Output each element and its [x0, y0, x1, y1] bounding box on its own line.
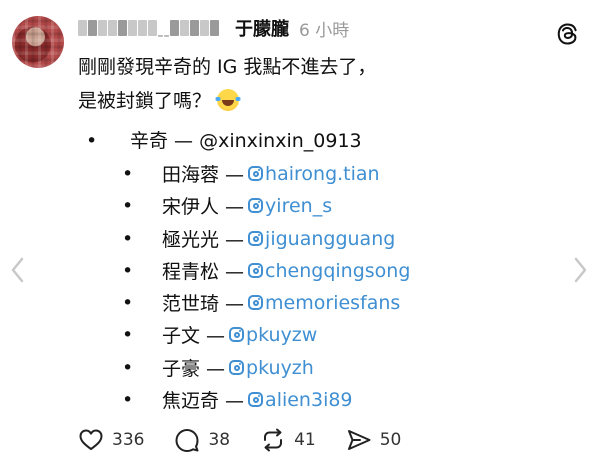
member-name: 范世琦 — — [162, 293, 245, 315]
comment-count: 38 — [208, 430, 231, 450]
instagram-icon — [248, 295, 264, 310]
bullet: • — [122, 227, 134, 250]
repost-button[interactable]: 41 — [260, 427, 316, 453]
bullet: • — [122, 291, 134, 314]
instagram-handle-link[interactable]: hairong.tian — [265, 163, 380, 185]
sub-list-item: • 范世琦 — memoriesfans — [118, 289, 400, 316]
sub-list-item: • 程青松 — chengqingsong — [118, 257, 410, 284]
instagram-icon — [229, 360, 245, 375]
member-name: 程青松 — — [162, 261, 245, 283]
instagram-icon — [248, 231, 264, 246]
instagram-handle-link[interactable]: pkuyzw — [246, 324, 317, 346]
post-actions-bar: 336 38 41 50 — [78, 425, 431, 455]
instagram-handle-link[interactable]: jiguangguang — [265, 228, 395, 250]
member-name: 極光光 — — [162, 229, 245, 251]
bullet: • — [122, 388, 134, 411]
sub-list-item: • 焦迈奇 — alien3i89 — [118, 386, 353, 413]
bullet: • — [122, 323, 134, 346]
bullet: • — [122, 259, 134, 282]
instagram-icon — [248, 166, 264, 181]
member-name: 宋伊人 — — [162, 196, 245, 218]
member-name: 子豪 — — [162, 358, 226, 380]
instagram-handle-link[interactable]: pkuyzh — [246, 357, 314, 379]
chevron-left-icon[interactable] — [8, 255, 28, 285]
threads-logo-icon[interactable] — [556, 22, 578, 46]
share-button[interactable]: 50 — [346, 427, 402, 453]
instagram-icon — [248, 263, 264, 278]
main-item-text: 辛奇 — @xinxinxin_0913 — [130, 130, 362, 152]
post-text-line-1: 剛剛發現辛奇的 IG 我點不進去了， — [78, 56, 377, 78]
chevron-right-icon[interactable] — [570, 255, 590, 285]
like-button[interactable]: 336 — [78, 427, 144, 453]
sub-list-item: • 極光光 — jiguangguang — [118, 225, 395, 252]
share-count: 50 — [379, 430, 402, 450]
repost-count: 41 — [294, 430, 316, 450]
author-name[interactable]: 于朦朧 — [235, 15, 289, 41]
member-name: 焦迈奇 — — [162, 390, 245, 412]
bullet: • — [122, 356, 134, 379]
thread-post: 于朦朧 6 小時 剛剛發現辛奇的 IG 我點不進去了， 是被封鎖了嗎？ • 辛奇 … — [0, 0, 598, 467]
bullet: • — [122, 194, 134, 217]
send-icon — [347, 430, 371, 450]
bullet: • — [86, 130, 98, 152]
list-item-main: • 辛奇 — @xinxinxin_0913 — [78, 126, 362, 153]
sub-list-item: • 子豪 — pkuyzh — [118, 354, 314, 381]
instagram-handle-link[interactable]: chengqingsong — [265, 260, 410, 282]
avatar[interactable] — [12, 16, 64, 68]
sub-list-item: • 田海蓉 — hairong.tian — [118, 160, 380, 187]
like-count: 336 — [112, 430, 145, 450]
post-text-line-2-text: 是被封鎖了嗎？ — [78, 90, 212, 112]
sub-list-item: • 子文 — pkuyzw — [118, 321, 317, 348]
member-name: 田海蓉 — — [162, 164, 245, 186]
post-header: 于朦朧 6 小時 — [78, 14, 349, 42]
post-text-line-2: 是被封鎖了嗎？ — [78, 86, 242, 113]
repost-icon — [264, 428, 283, 452]
laughing-tears-emoji — [215, 89, 242, 111]
bullet: • — [122, 162, 134, 185]
heart-icon — [79, 429, 103, 450]
post-timestamp: 6 小時 — [299, 20, 350, 41]
member-name: 子文 — — [162, 325, 226, 347]
instagram-handle-link[interactable]: yiren_s — [265, 195, 332, 217]
blurred-username[interactable] — [78, 19, 219, 37]
instagram-icon — [248, 392, 264, 407]
comment-bubble-icon — [175, 429, 199, 452]
instagram-icon — [229, 327, 245, 342]
sub-list-item: • 宋伊人 — yiren_s — [118, 192, 332, 219]
comment-button[interactable]: 38 — [174, 427, 230, 453]
instagram-handle-link[interactable]: alien3i89 — [265, 389, 352, 411]
instagram-icon — [248, 198, 264, 213]
instagram-handle-link[interactable]: memoriesfans — [265, 292, 400, 314]
